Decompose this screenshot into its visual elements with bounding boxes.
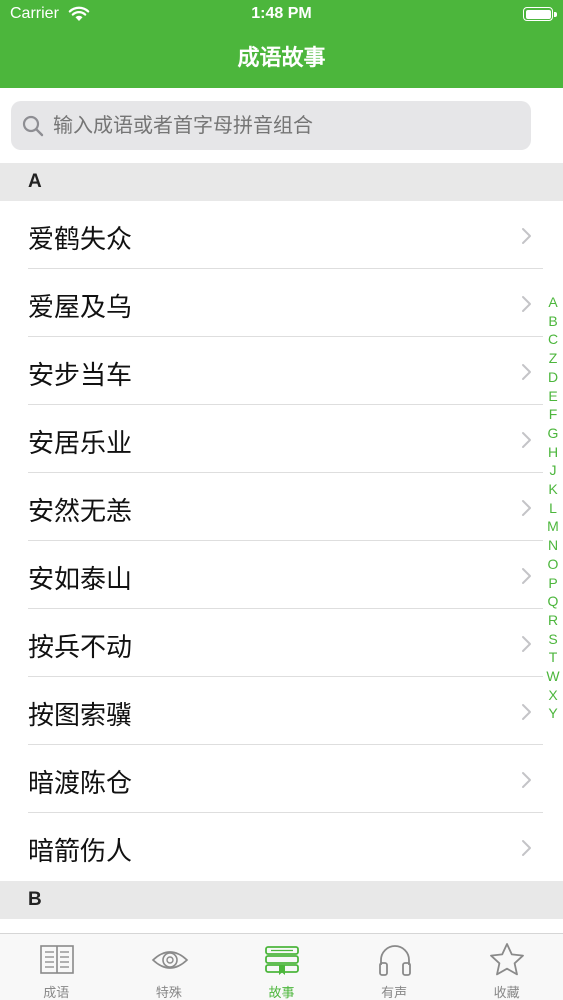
chevron-right-icon	[522, 500, 531, 516]
book-icon	[40, 945, 74, 974]
page-title: 成语故事	[237, 46, 326, 71]
eye-icon	[151, 951, 188, 969]
section-header-a: A	[0, 163, 563, 201]
tab-label: 收藏	[493, 986, 520, 1000]
index-letter[interactable]: Y	[543, 704, 563, 723]
chevron-right-icon	[522, 704, 531, 720]
index-letter[interactable]: F	[543, 405, 563, 424]
tab-label: 有声	[381, 986, 408, 1000]
star-icon	[490, 943, 525, 976]
status-time: 1:48 PM	[251, 5, 312, 22]
chevron-right-icon	[522, 296, 531, 312]
index-letter[interactable]: Q	[543, 592, 563, 611]
list-item[interactable]: 按图索骥	[0, 677, 563, 745]
headphones-icon	[378, 945, 411, 976]
list-item[interactable]: 安步当车	[0, 337, 563, 405]
idiom-label: 暗箭伤人	[28, 837, 133, 867]
list-item[interactable]: 爱鹤失众	[0, 201, 563, 269]
index-letter[interactable]: C	[543, 330, 563, 349]
tab-favorites[interactable]: 收藏	[450, 934, 563, 1000]
tab-idioms[interactable]: 成语	[0, 934, 113, 1000]
tab-label: 故事	[268, 986, 295, 1000]
search-box[interactable]	[11, 101, 531, 150]
idiom-label: 安居乐业	[28, 429, 133, 459]
index-letter[interactable]: S	[543, 630, 563, 649]
idiom-label: 爱鹤失众	[28, 225, 133, 255]
chevron-right-icon	[522, 840, 531, 856]
list-item[interactable]: 暗箭伤人	[0, 813, 563, 881]
idiom-label: 爱屋及乌	[28, 293, 133, 323]
list-item[interactable]: 按兵不动	[0, 609, 563, 677]
search-bar	[0, 88, 563, 163]
index-letter[interactable]: X	[543, 686, 563, 705]
idiom-label: 按图索骥	[28, 701, 133, 731]
stacked-books-icon	[265, 946, 300, 975]
list-item[interactable]: 安居乐业	[0, 405, 563, 473]
chevron-right-icon	[522, 568, 531, 584]
index-letter[interactable]: B	[543, 312, 563, 331]
idiom-label: 安如泰山	[28, 565, 133, 595]
tab-stories[interactable]: 故事	[225, 934, 338, 1000]
index-letter[interactable]: E	[543, 387, 563, 406]
index-letter[interactable]: R	[543, 611, 563, 630]
section-header-b: B	[0, 881, 563, 919]
idiom-label: 暗渡陈仓	[28, 769, 133, 799]
index-letter[interactable]: J	[543, 461, 563, 480]
tab-label: 特殊	[155, 986, 182, 1000]
list-item[interactable]: 安然无恙	[0, 473, 563, 541]
index-letter[interactable]: P	[543, 574, 563, 593]
list-item[interactable]: 暗渡陈仓	[0, 745, 563, 813]
index-letter[interactable]: W	[543, 667, 563, 686]
section-letter: A	[28, 171, 42, 192]
search-input[interactable]	[53, 113, 513, 137]
chevron-right-icon	[522, 228, 531, 244]
tab-special[interactable]: 特殊	[113, 934, 226, 1000]
chevron-right-icon	[522, 636, 531, 652]
search-icon	[22, 115, 44, 137]
index-letter[interactable]: L	[543, 499, 563, 518]
index-letter[interactable]: O	[543, 555, 563, 574]
index-letter[interactable]: G	[543, 424, 563, 443]
tab-audio[interactable]: 有声	[338, 934, 451, 1000]
list-item[interactable]: 爱屋及乌	[0, 269, 563, 337]
tab-bar: 成语 特殊 故事 有声 收藏	[0, 933, 563, 1000]
index-letter[interactable]: N	[543, 536, 563, 555]
idiom-label: 安然无恙	[28, 497, 133, 527]
index-letter[interactable]: K	[543, 480, 563, 499]
chevron-right-icon	[522, 432, 531, 448]
index-letter[interactable]: H	[543, 443, 563, 462]
index-letter[interactable]: D	[543, 368, 563, 387]
idiom-label: 安步当车	[28, 361, 133, 391]
index-letter[interactable]: A	[543, 293, 563, 312]
section-letter: B	[28, 889, 42, 910]
index-letter[interactable]: T	[543, 648, 563, 667]
index-letter[interactable]: Z	[543, 349, 563, 368]
list-item[interactable]: 安如泰山	[0, 541, 563, 609]
idiom-list: 爱鹤失众 爱屋及乌 安步当车 安居乐业 安然无恙 安如泰山 按兵不动 按图索骥	[0, 201, 563, 881]
chevron-right-icon	[522, 364, 531, 380]
nav-bar: Carrier 1:48 PM 成语故事	[0, 0, 563, 88]
status-bar: Carrier 1:48 PM	[0, 0, 563, 28]
battery-icon	[523, 7, 557, 21]
index-letter[interactable]: M	[543, 517, 563, 536]
section-index[interactable]: A B C Z D E F G H J K L M N O P Q R S T …	[543, 293, 563, 723]
idiom-label: 按兵不动	[28, 633, 133, 663]
tab-label: 成语	[43, 986, 70, 1000]
chevron-right-icon	[522, 772, 531, 788]
